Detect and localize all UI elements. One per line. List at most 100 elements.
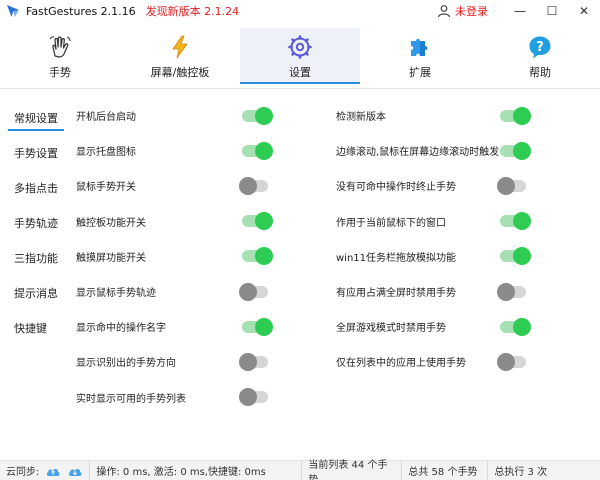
setting-label: win11任务栏拖放模拟功能 <box>336 252 457 264</box>
toggle-knob <box>255 212 273 231</box>
sidebar-item-general[interactable]: 常规设置 <box>0 100 68 135</box>
setting-toggle[interactable] <box>242 247 273 266</box>
nav-divider <box>0 88 600 89</box>
setting-toggle[interactable] <box>500 247 531 266</box>
current-list-segment: 当前列表 44 个手势 <box>302 460 403 480</box>
setting-toggle[interactable] <box>500 141 531 160</box>
sidebar-item-gesture[interactable]: 手势设置 <box>0 135 68 170</box>
setting-label: 显示命中的操作名字 <box>76 323 166 335</box>
toggle-knob <box>497 176 515 195</box>
cloud-download-icon[interactable] <box>67 465 83 477</box>
sidebar-item-three-finger[interactable]: 三指功能 <box>0 240 68 275</box>
toggle-knob <box>255 247 273 266</box>
setting-label: 显示鼠标手势轨迹 <box>76 288 156 300</box>
tab-screen-touchpad[interactable]: 屏幕/触控板 <box>120 28 240 84</box>
maximize-button[interactable]: ☐ <box>536 0 568 22</box>
setting-label: 触控板功能开关 <box>76 217 146 229</box>
setting-row: 开机后台启动 <box>76 98 276 133</box>
setting-label: 边缘滚动,鼠标在屏幕边缘滚动时触发 <box>336 147 500 159</box>
tab-screen-touchpad-label: 屏幕/触控板 <box>150 66 210 79</box>
sidebar-item-shortcuts[interactable]: 快捷键 <box>0 310 68 345</box>
setting-label: 有应用占满全屏时禁用手势 <box>336 288 456 300</box>
help-icon: ? <box>529 36 551 59</box>
toggle-knob <box>239 176 257 195</box>
tab-gesture[interactable]: 手势 <box>0 28 120 84</box>
setting-row: 触控板功能开关 <box>76 204 276 239</box>
executed-count: 总执行 3 次 <box>494 467 548 478</box>
setting-label: 全屏游戏模式时禁用手势 <box>336 323 446 335</box>
setting-label: 显示托盘图标 <box>76 147 136 159</box>
setting-toggle[interactable] <box>242 141 273 160</box>
tab-settings-label: 设置 <box>289 66 311 79</box>
tab-gesture-label: 手势 <box>49 66 71 79</box>
app-logo-icon <box>7 5 19 17</box>
current-list-count: 当前列表 44 个手势 <box>308 459 388 480</box>
setting-toggle[interactable] <box>500 317 531 336</box>
executed-segment: 总执行 3 次 <box>488 461 553 480</box>
setting-row: 实时显示可用的手势列表 <box>76 380 276 415</box>
setting-row: 鼠标手势开关 <box>76 168 276 203</box>
minimize-button[interactable]: — <box>504 0 536 22</box>
cloud-upload-icon[interactable] <box>45 465 61 477</box>
setting-toggle[interactable] <box>497 176 526 195</box>
hand-gesture-icon <box>49 36 71 58</box>
total-gestures-count: 总共 58 个手势 <box>408 467 478 478</box>
setting-toggle[interactable] <box>500 106 531 125</box>
setting-toggle[interactable] <box>500 212 531 231</box>
setting-row: 仅在列表中的应用上使用手势 <box>336 344 536 379</box>
setting-row: 有应用占满全屏时禁用手势 <box>336 274 536 309</box>
sidebar-item-gesture-trail[interactable]: 手势轨迹 <box>0 205 68 240</box>
setting-label: 作用于当前鼠标下的窗口 <box>336 217 446 229</box>
setting-row: 没有可命中操作时终止手势 <box>336 168 536 203</box>
tab-settings[interactable]: 设置 <box>240 28 360 84</box>
lightning-icon <box>172 35 188 59</box>
setting-row: 作用于当前鼠标下的窗口 <box>336 204 536 239</box>
toggle-knob <box>239 352 257 371</box>
setting-row: 检测新版本 <box>336 98 536 133</box>
setting-toggle[interactable] <box>242 317 273 336</box>
user-icon[interactable] <box>437 4 451 18</box>
setting-label: 鼠标手势开关 <box>76 182 136 194</box>
setting-toggle[interactable] <box>239 282 268 301</box>
sidebar-item-multi-finger-click[interactable]: 多指点击 <box>0 170 68 205</box>
setting-toggle[interactable] <box>497 352 526 371</box>
total-gestures-segment: 总共 58 个手势 <box>402 460 489 480</box>
settings-column-right: 检测新版本 边缘滚动,鼠标在屏幕边缘滚动时触发 没有可命中操作时终止手势 作用于… <box>336 98 536 380</box>
setting-toggle[interactable] <box>242 212 273 231</box>
toggle-knob <box>513 247 531 266</box>
toggle-knob <box>497 352 515 371</box>
close-button[interactable]: ✕ <box>568 0 600 22</box>
setting-label: 显示识别出的手势方向 <box>76 358 176 370</box>
tab-extension[interactable]: 扩展 <box>360 28 480 84</box>
gear-icon <box>288 35 312 59</box>
setting-row: win11任务栏拖放模拟功能 <box>336 239 536 274</box>
tab-help[interactable]: ? 帮助 <box>480 28 600 84</box>
setting-row: 显示鼠标手势轨迹 <box>76 274 276 309</box>
setting-row: 触摸屏功能开关 <box>76 239 276 274</box>
puzzle-icon <box>411 38 428 56</box>
setting-toggle[interactable] <box>239 388 268 407</box>
toggle-knob <box>239 388 257 407</box>
toggle-knob <box>239 282 257 301</box>
status-bar: 云同步: 操作: 0 ms, 激活: 0 ms,快捷键: 0ms 当前列表 44… <box>0 460 600 480</box>
settings-sidebar: 常规设置 手势设置 多指点击 手势轨迹 三指功能 提示消息 快捷键 <box>0 100 68 345</box>
tab-help-label: 帮助 <box>529 66 551 79</box>
sidebar-item-notifications[interactable]: 提示消息 <box>0 275 68 310</box>
setting-label: 仅在列表中的应用上使用手势 <box>336 358 466 370</box>
setting-row: 显示识别出的手势方向 <box>76 344 276 379</box>
setting-toggle[interactable] <box>239 176 268 195</box>
svg-text:?: ? <box>536 40 544 55</box>
setting-toggle[interactable] <box>497 282 526 301</box>
setting-label: 开机后台启动 <box>76 112 136 124</box>
new-version-link[interactable]: 发现新版本 2.1.24 <box>146 3 239 19</box>
setting-row: 边缘滚动,鼠标在屏幕边缘滚动时触发 <box>336 133 536 168</box>
top-nav: 手势 屏幕/触控板 设置 扩展 ? 帮助 <box>0 28 600 84</box>
toggle-knob <box>255 106 273 125</box>
setting-row: 全屏游戏模式时禁用手势 <box>336 309 536 344</box>
setting-toggle[interactable] <box>242 106 273 125</box>
toggle-knob <box>513 106 531 125</box>
setting-toggle[interactable] <box>239 352 268 371</box>
login-link[interactable]: 未登录 <box>455 3 488 19</box>
timing-text: 操作: 0 ms, 激活: 0 ms,快捷键: 0ms <box>96 467 266 478</box>
settings-column-left: 开机后台启动 显示托盘图标 鼠标手势开关 触控板功能开关 触摸屏功能开关 显示鼠… <box>76 98 276 415</box>
